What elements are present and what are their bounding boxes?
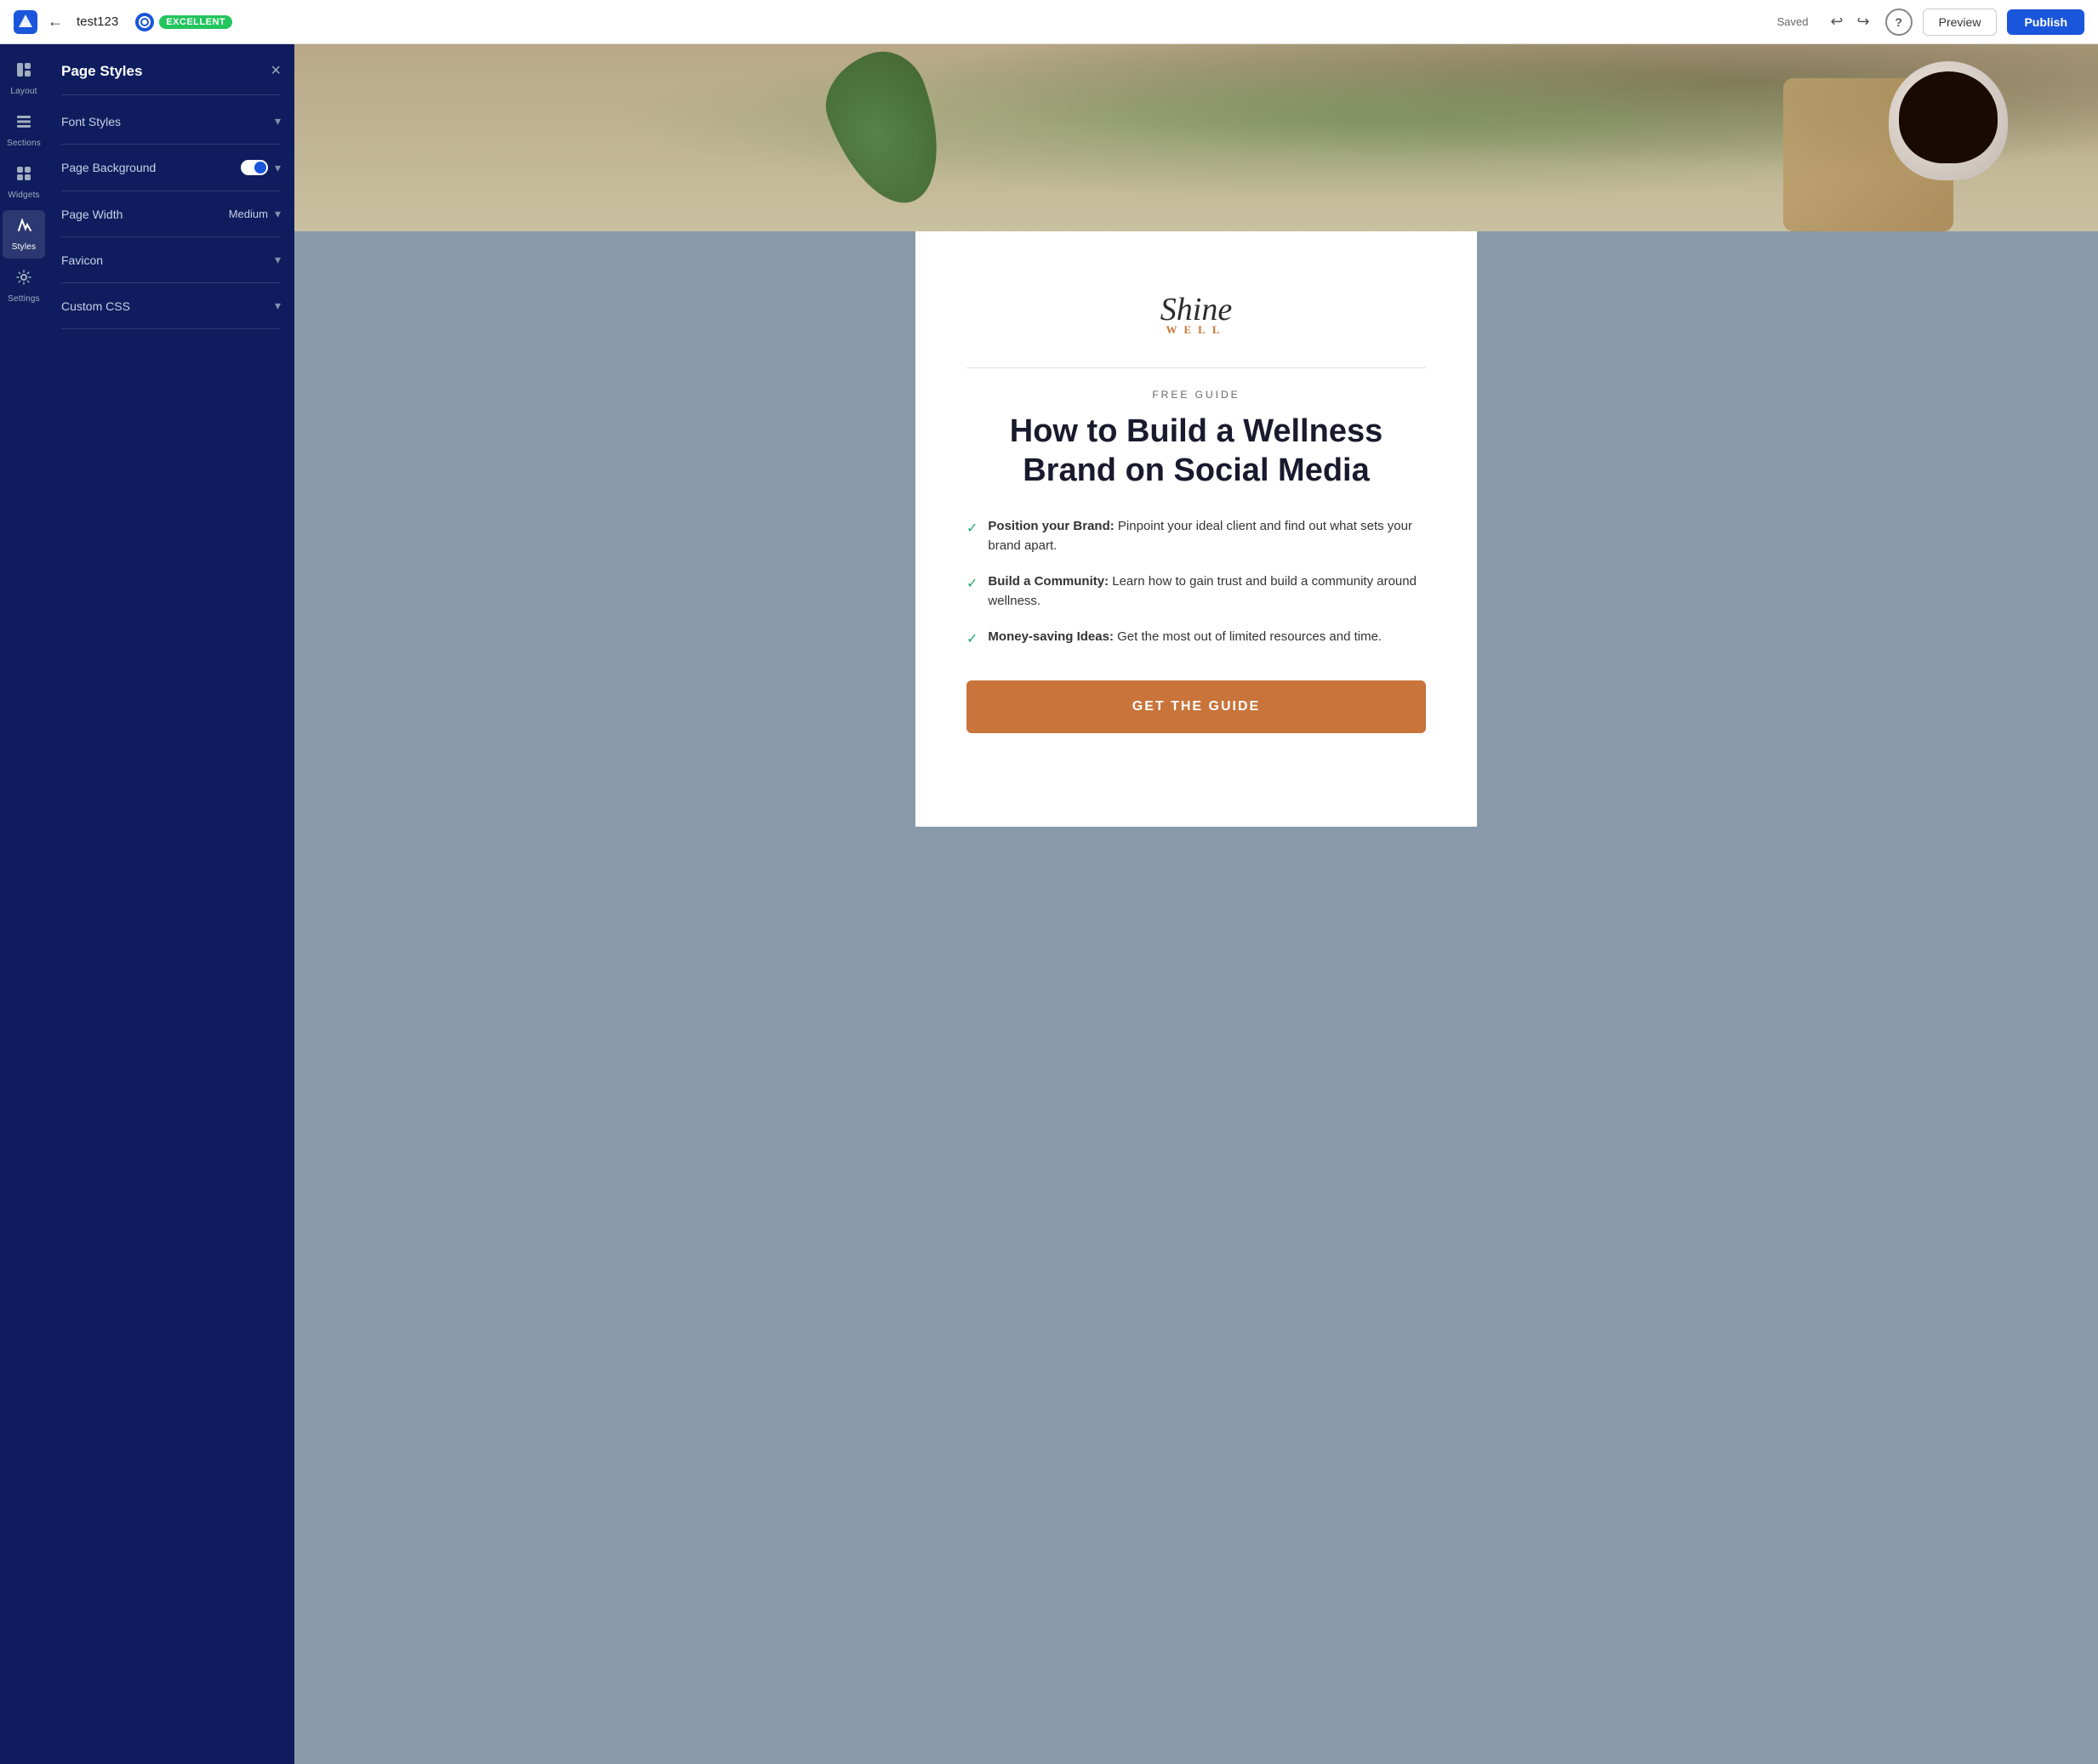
favicon-section: Favicon ▾ bbox=[61, 237, 281, 283]
favicon-toggle[interactable]: Favicon ▾ bbox=[61, 237, 281, 282]
free-guide-label: FREE GUIDE bbox=[966, 389, 1426, 401]
app-logo bbox=[14, 10, 37, 34]
page-width-label: Page Width bbox=[61, 208, 123, 221]
page-background-right: ▾ bbox=[241, 160, 281, 175]
feature-bold-2: Build a Community: bbox=[988, 574, 1109, 589]
page-width-toggle[interactable]: Page Width Medium ▾ bbox=[61, 191, 281, 236]
hero-cup-inner bbox=[1899, 71, 1998, 163]
font-styles-toggle[interactable]: Font Styles ▾ bbox=[61, 99, 281, 144]
redo-button[interactable]: ↪ bbox=[1852, 9, 1875, 34]
quality-badge: EXCELLENT bbox=[159, 15, 232, 29]
favicon-label: Favicon bbox=[61, 253, 103, 267]
custom-css-label: Custom CSS bbox=[61, 299, 130, 313]
sidebar-item-styles[interactable]: Styles bbox=[3, 210, 45, 259]
page-title: test123 bbox=[77, 14, 118, 29]
panel-header: Page Styles × bbox=[61, 44, 281, 95]
publish-button[interactable]: Publish bbox=[2007, 9, 2084, 35]
topbar: ← test123 EXCELLENT Saved ↩ ↪ ? Preview … bbox=[0, 0, 2098, 44]
undo-button[interactable]: ↩ bbox=[1825, 9, 1848, 34]
list-item: ✓ Money-saving Ideas: Get the most out o… bbox=[966, 628, 1426, 650]
feature-text-3: Money-saving Ideas: Get the most out of … bbox=[988, 628, 1382, 647]
brand-logo-wrap: Shine WELL bbox=[966, 265, 1426, 354]
page-width-section: Page Width Medium ▾ bbox=[61, 191, 281, 237]
feature-text-1: Position your Brand: Pinpoint your ideal… bbox=[988, 517, 1426, 555]
check-icon-1: ✓ bbox=[966, 519, 978, 539]
guide-title-line1: How to Build a Wellness bbox=[1010, 413, 1383, 449]
font-styles-label: Font Styles bbox=[61, 115, 121, 128]
sidebar-label-widgets: Widgets bbox=[8, 191, 40, 200]
page-background-chevron-icon: ▾ bbox=[275, 161, 281, 175]
help-button[interactable]: ? bbox=[1885, 9, 1913, 36]
brand-name: Shine WELL bbox=[966, 292, 1426, 337]
sidebar-item-widgets[interactable]: Widgets bbox=[3, 158, 45, 207]
icon-sidebar: Layout Sections Widgets bbox=[0, 44, 48, 1764]
sections-icon bbox=[15, 113, 32, 135]
sidebar-label-styles: Styles bbox=[12, 242, 36, 252]
styles-icon bbox=[15, 217, 32, 239]
check-icon-3: ✓ bbox=[966, 629, 978, 650]
sidebar-label-settings: Settings bbox=[8, 294, 40, 304]
page-content-card: Shine WELL FREE GUIDE How to Build a Wel… bbox=[915, 231, 1477, 827]
feature-text-2: Build a Community: Learn how to gain tru… bbox=[988, 572, 1426, 611]
main-layout: Layout Sections Widgets bbox=[0, 44, 2098, 1764]
sidebar-label-sections: Sections bbox=[7, 139, 41, 148]
back-button[interactable]: ← bbox=[48, 13, 63, 31]
toggle-knob bbox=[254, 162, 266, 174]
favicon-chevron-icon: ▾ bbox=[275, 253, 281, 267]
font-styles-section: Font Styles ▾ bbox=[61, 99, 281, 145]
page-width-right: Medium ▾ bbox=[229, 207, 281, 221]
page-background-toggle-switch[interactable] bbox=[241, 160, 268, 175]
font-styles-chevron-icon: ▾ bbox=[275, 114, 281, 128]
canvas-hero bbox=[294, 44, 2098, 231]
sidebar-item-settings[interactable]: Settings bbox=[3, 262, 45, 310]
sidebar-item-sections[interactable]: Sections bbox=[3, 106, 45, 155]
quality-badge-wrap: EXCELLENT bbox=[135, 13, 232, 31]
hero-cup-decoration bbox=[1889, 61, 2008, 180]
custom-css-chevron-icon: ▾ bbox=[275, 299, 281, 313]
list-item: ✓ Position your Brand: Pinpoint your ide… bbox=[966, 517, 1426, 555]
quality-icon bbox=[135, 13, 154, 31]
guide-title: How to Build a Wellness Brand on Social … bbox=[966, 413, 1426, 490]
custom-css-toggle[interactable]: Custom CSS ▾ bbox=[61, 283, 281, 328]
content-divider bbox=[966, 367, 1426, 368]
panel-title: Page Styles bbox=[61, 63, 142, 80]
guide-title-line2: Brand on Social Media bbox=[1023, 452, 1370, 488]
custom-css-right: ▾ bbox=[275, 299, 281, 313]
font-styles-right: ▾ bbox=[275, 114, 281, 128]
saved-status: Saved bbox=[1777, 15, 1809, 28]
cta-button[interactable]: GET THE GUIDE bbox=[966, 680, 1426, 733]
sidebar-item-layout[interactable]: Layout bbox=[3, 54, 45, 103]
preview-button[interactable]: Preview bbox=[1923, 9, 1998, 36]
panel-close-button[interactable]: × bbox=[271, 61, 281, 81]
custom-css-section: Custom CSS ▾ bbox=[61, 283, 281, 329]
feature-bold-3: Money-saving Ideas: bbox=[988, 629, 1114, 644]
feature-bold-1: Position your Brand: bbox=[988, 519, 1114, 533]
feature-desc-3: Get the most out of limited resources an… bbox=[1114, 629, 1382, 644]
page-width-chevron-icon: ▾ bbox=[275, 207, 281, 221]
check-icon-2: ✓ bbox=[966, 574, 978, 595]
page-background-toggle[interactable]: Page Background ▾ bbox=[61, 145, 281, 191]
page-width-value: Medium bbox=[229, 208, 268, 220]
favicon-right: ▾ bbox=[275, 253, 281, 267]
canvas-area: Shine WELL FREE GUIDE How to Build a Wel… bbox=[294, 44, 2098, 1764]
styles-panel: Page Styles × Font Styles ▾ Page Backgro… bbox=[48, 44, 294, 1764]
brand-sub-text: WELL bbox=[966, 323, 1426, 337]
widgets-icon bbox=[15, 165, 32, 187]
layout-icon bbox=[15, 61, 32, 83]
feature-list: ✓ Position your Brand: Pinpoint your ide… bbox=[966, 517, 1426, 650]
page-background-label: Page Background bbox=[61, 161, 156, 174]
brand-name-text: Shine bbox=[1160, 292, 1232, 327]
settings-icon bbox=[15, 269, 32, 291]
page-background-section: Page Background ▾ bbox=[61, 145, 281, 191]
undo-redo-group: ↩ ↪ bbox=[1825, 9, 1874, 34]
sidebar-label-layout: Layout bbox=[10, 87, 37, 96]
list-item: ✓ Build a Community: Learn how to gain t… bbox=[966, 572, 1426, 611]
